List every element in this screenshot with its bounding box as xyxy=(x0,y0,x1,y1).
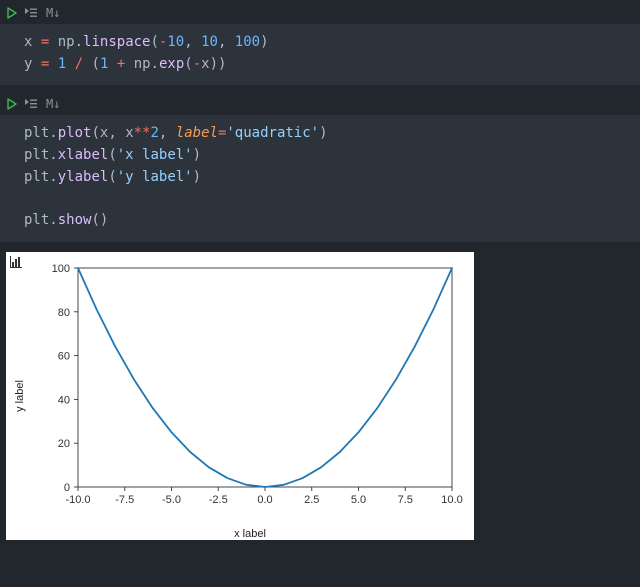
plot-canvas: 0 20 40 60 80 100 -10.0 -7.5 -5.0 -2.5 0.0 2.5 5.0 7.… xyxy=(30,256,470,521)
run-cell-icon[interactable] xyxy=(6,98,18,110)
svg-text:-5.0: -5.0 xyxy=(162,494,181,506)
plot-output-panel: y label 0 20 40 60 80 100 -10.0 -7.5 -5.0 -2.5 0.0… xyxy=(6,252,474,540)
svg-text:0.0: 0.0 xyxy=(257,494,272,506)
svg-text:-10.0: -10.0 xyxy=(65,494,90,506)
svg-text:10.0: 10.0 xyxy=(441,494,462,506)
code-editor[interactable]: plt.plot(x, x**2, label='quadratic') plt… xyxy=(0,115,640,241)
markdown-toggle[interactable]: M↓ xyxy=(46,6,60,20)
code-editor[interactable]: x = np.linspace(-10, 10, 100) y = 1 / (1… xyxy=(0,24,640,85)
svg-text:2.5: 2.5 xyxy=(304,494,319,506)
cell-toolbar: M↓ xyxy=(0,91,640,115)
svg-text:100: 100 xyxy=(52,263,70,275)
matplotlib-figure: y label 020406080100-10.0-7.5-5.0-2.50.0… xyxy=(30,256,470,536)
y-axis-label: y label xyxy=(14,380,26,412)
code-cell: M↓ plt.plot(x, x**2, label='quadratic') … xyxy=(0,91,640,241)
bar-chart-icon[interactable] xyxy=(8,254,24,274)
x-axis-label: x label xyxy=(234,528,266,540)
run-cell-icon[interactable] xyxy=(6,7,18,19)
execute-below-icon[interactable] xyxy=(24,7,38,19)
markdown-toggle[interactable]: M↓ xyxy=(46,97,60,111)
svg-text:-2.5: -2.5 xyxy=(209,494,228,506)
cell-toolbar: M↓ xyxy=(0,0,640,24)
svg-text:7.5: 7.5 xyxy=(398,494,413,506)
svg-text:-7.5: -7.5 xyxy=(115,494,134,506)
svg-text:20: 20 xyxy=(58,438,70,450)
svg-text:40: 40 xyxy=(58,394,70,406)
execute-below-icon[interactable] xyxy=(24,98,38,110)
svg-text:5.0: 5.0 xyxy=(351,494,366,506)
cell-output: y label 0 20 40 60 80 100 -10.0 -7.5 -5.0 -2.5 0.0… xyxy=(0,248,640,548)
code-cell: M↓ x = np.linspace(-10, 10, 100) y = 1 /… xyxy=(0,0,640,85)
svg-text:60: 60 xyxy=(58,350,70,362)
svg-text:80: 80 xyxy=(58,307,70,319)
svg-text:0: 0 xyxy=(64,482,70,494)
